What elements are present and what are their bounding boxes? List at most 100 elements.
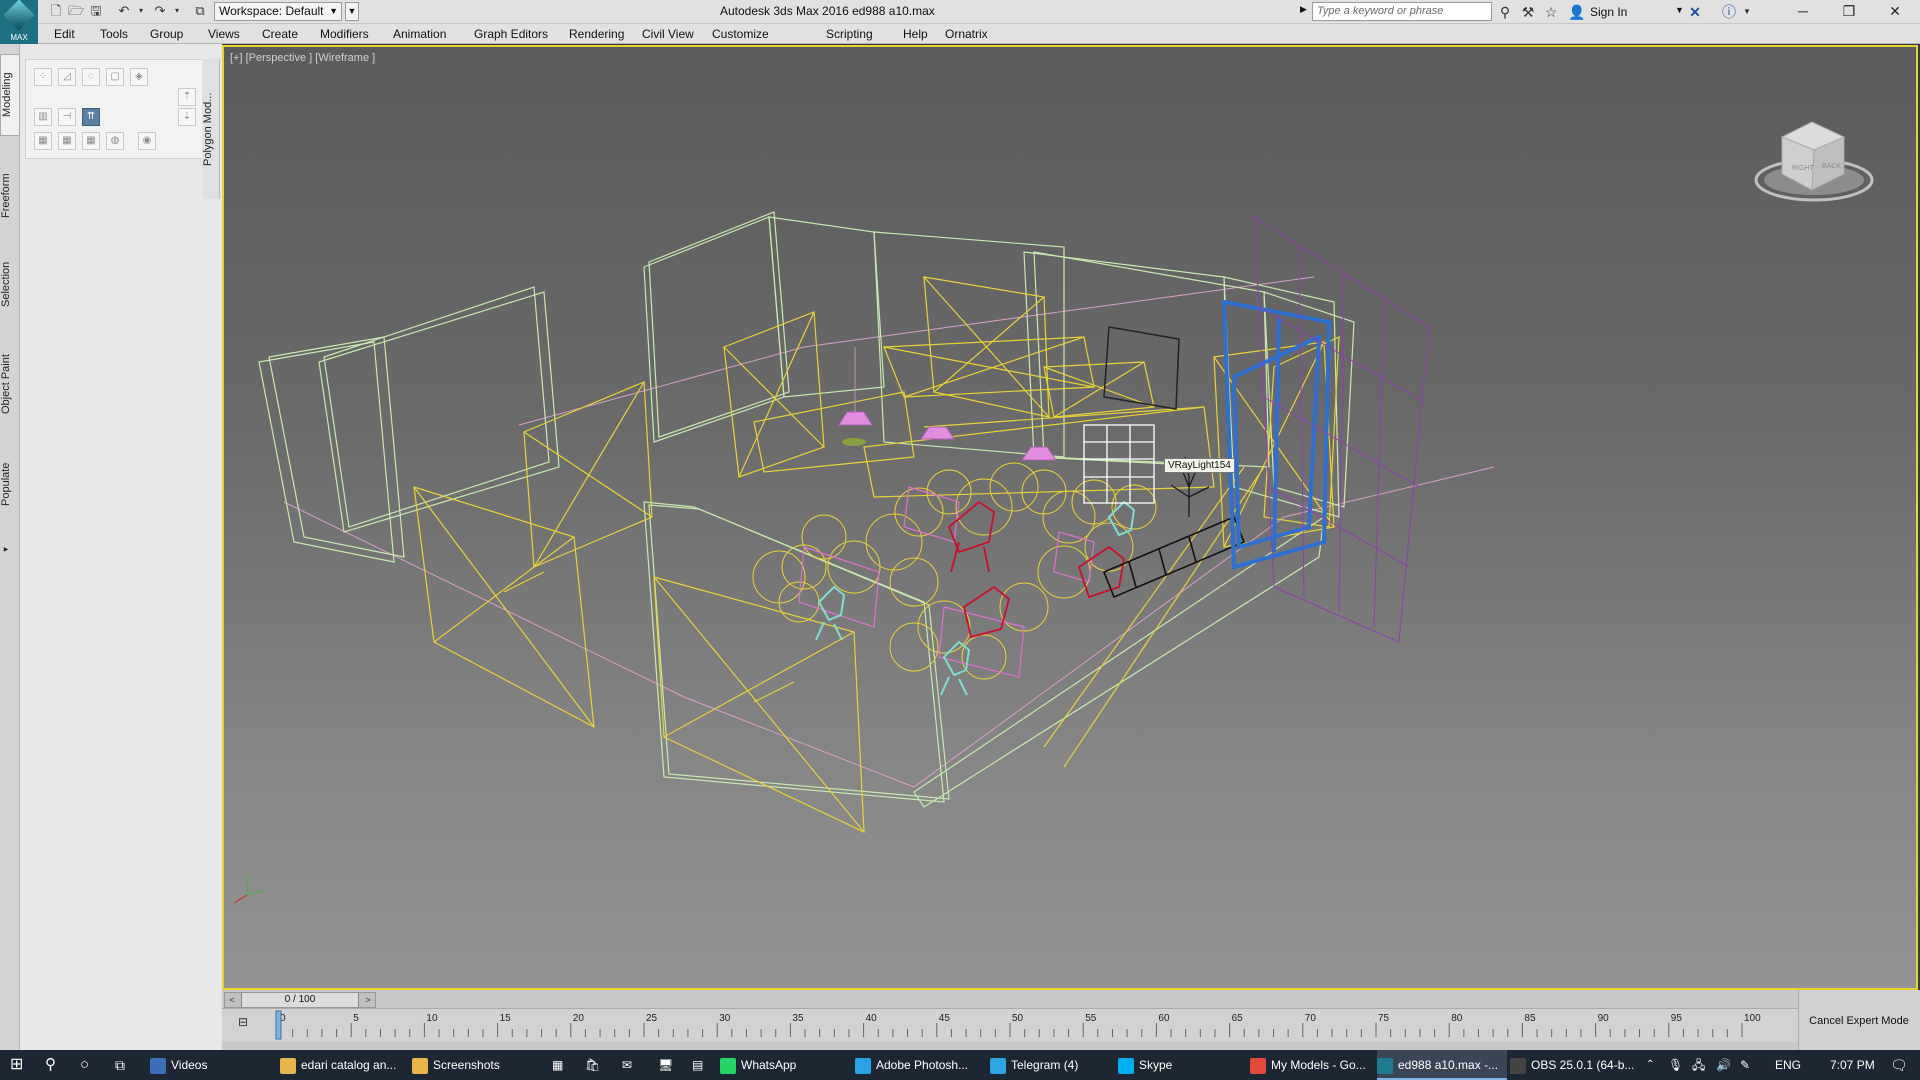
minimize-button[interactable]: ─ bbox=[1780, 0, 1826, 24]
taskbar-app[interactable]: OBS 25.0.1 (64-b... bbox=[1510, 1050, 1638, 1080]
task-view-icon[interactable]: ⧉ bbox=[115, 1050, 125, 1080]
viewcube-face-back[interactable]: BACK bbox=[1822, 163, 1841, 170]
modify-mode-icon[interactable]: ▥ bbox=[34, 108, 52, 126]
sign-in-button[interactable]: Sign In bbox=[1590, 5, 1627, 19]
next-frame-icon[interactable]: > bbox=[361, 993, 375, 1007]
exchange-apps-icon[interactable]: ✕ bbox=[1686, 3, 1704, 21]
polygon-icon[interactable]: ▢ bbox=[106, 68, 124, 86]
help-icon[interactable]: ⓘ bbox=[1720, 3, 1738, 21]
preview-subobject-icon[interactable]: ▦ bbox=[58, 132, 76, 150]
edge-icon[interactable]: ◿ bbox=[58, 68, 76, 86]
current-frame-marker[interactable] bbox=[275, 1010, 282, 1040]
taskbar-app[interactable]: Skype bbox=[1118, 1050, 1243, 1080]
project-folder-icon[interactable]: ⧉ bbox=[192, 3, 208, 19]
track-tick-label: 40 bbox=[866, 1013, 878, 1024]
help-dropdown-icon[interactable]: ▼ bbox=[1738, 3, 1756, 21]
network-icon[interactable]: 🖧 bbox=[1692, 1050, 1705, 1080]
taskbar-app[interactable]: ed988 a10.max -... bbox=[1377, 1050, 1507, 1080]
stack-up-icon[interactable]: ⇡ bbox=[178, 88, 196, 106]
tab-freeform[interactable]: Freeform bbox=[0, 156, 20, 236]
tab-populate[interactable]: Populate bbox=[0, 434, 20, 534]
clock-time[interactable]: 7:07 PM bbox=[1830, 1050, 1875, 1080]
floor-outline bbox=[283, 276, 1495, 788]
windows-start-icon[interactable]: ⊞ bbox=[10, 1050, 23, 1080]
border-icon[interactable]: ◌ bbox=[82, 68, 100, 86]
quick-access-customize-button[interactable]: ▼ bbox=[345, 2, 359, 21]
taskbar-app[interactable]: Screenshots bbox=[412, 1050, 532, 1080]
search-expand-icon[interactable]: ▶ bbox=[1300, 4, 1307, 15]
viewcube[interactable]: RIGHT BACK bbox=[1752, 102, 1882, 212]
menu-scripting[interactable]: Scripting bbox=[826, 27, 873, 41]
open-file-icon[interactable]: 🗁 bbox=[68, 3, 84, 19]
tab-object-paint[interactable]: Object Paint bbox=[0, 334, 20, 434]
search-input[interactable]: Type a keyword or phrase bbox=[1312, 2, 1492, 21]
track-bar[interactable]: ⊟ 0 5 10 15 20 25 30 35 40 45 50 55 60 65 70 75 80 85 90 95… bbox=[222, 1008, 1798, 1042]
menu-civil-view[interactable]: Civil View bbox=[642, 27, 694, 41]
taskbar-app[interactable]: My Models - Go... bbox=[1250, 1050, 1375, 1080]
menu-group[interactable]: Group bbox=[150, 27, 183, 41]
new-file-icon[interactable]: 🗋 bbox=[48, 3, 64, 19]
show-end-result-icon[interactable]: ⇈ bbox=[82, 108, 100, 126]
menu-help[interactable]: Help bbox=[903, 27, 928, 41]
menu-tools[interactable]: Tools bbox=[100, 27, 128, 41]
time-slider-thumb[interactable]: 0 / 100 bbox=[241, 993, 359, 1007]
redo-icon[interactable]: ↷ bbox=[152, 3, 168, 19]
taskbar-app[interactable]: Videos bbox=[150, 1050, 270, 1080]
store-icon[interactable]: 🛍 bbox=[585, 1050, 600, 1080]
input-language[interactable]: ENG bbox=[1775, 1050, 1801, 1080]
cortana-icon[interactable]: ○ bbox=[80, 1050, 89, 1080]
volume-icon[interactable]: 🔊 bbox=[1716, 1050, 1731, 1080]
chevron-down-icon[interactable]: ▼ bbox=[1675, 5, 1684, 15]
taskbar-app[interactable]: Adobe Photosh... bbox=[855, 1050, 985, 1080]
taskbar-app[interactable]: edari catalog an... bbox=[280, 1050, 405, 1080]
application-menu-button[interactable]: MAX bbox=[0, 0, 38, 44]
cancel-expert-mode-button[interactable]: Cancel Expert Mode bbox=[1800, 1010, 1918, 1032]
desktop-icon[interactable]: 🖥 bbox=[658, 1050, 673, 1080]
tray-chevron-icon[interactable]: ⌃ bbox=[1646, 1050, 1654, 1080]
vertex-icon[interactable]: ⁘ bbox=[34, 68, 52, 86]
preview-off-icon[interactable]: ▦ bbox=[34, 132, 52, 150]
menu-ornatrix[interactable]: Ornatrix bbox=[945, 27, 988, 41]
workspace-dropdown[interactable]: Workspace: Default ▼ bbox=[214, 2, 342, 21]
viewcube-face-right[interactable]: RIGHT bbox=[1792, 165, 1815, 172]
action-center-icon[interactable]: 🗨 bbox=[1890, 1050, 1908, 1080]
restore-button[interactable]: ❐ bbox=[1826, 0, 1872, 24]
save-file-icon[interactable]: 🖫 bbox=[88, 3, 104, 19]
redo-dropdown-icon[interactable]: ▾ bbox=[169, 3, 185, 19]
tab-modeling[interactable]: Modeling bbox=[0, 54, 20, 136]
collapse-stack-icon[interactable]: ◉ bbox=[138, 132, 156, 150]
preview-multi-icon[interactable]: ▦ bbox=[82, 132, 100, 150]
pin-stack-icon[interactable]: ⊣ bbox=[58, 108, 76, 126]
menu-modifiers[interactable]: Modifiers bbox=[320, 27, 369, 41]
tab-selection[interactable]: Selection bbox=[0, 244, 20, 324]
menu-edit[interactable]: Edit bbox=[54, 27, 75, 41]
undo-icon[interactable]: ↶ bbox=[116, 3, 132, 19]
search-icon[interactable]: ⚲ bbox=[45, 1050, 56, 1080]
undo-dropdown-icon[interactable]: ▾ bbox=[133, 3, 149, 19]
binoculars-icon[interactable]: ⚲ bbox=[1496, 3, 1514, 21]
menu-customize[interactable]: Customize bbox=[712, 27, 769, 41]
stack-down-icon[interactable]: ⇣ bbox=[178, 108, 196, 126]
device-icon[interactable]: ▤ bbox=[692, 1050, 703, 1080]
use-soft-selection-icon[interactable]: ◍ bbox=[106, 132, 124, 150]
polygon-modeling-panel-tab[interactable]: Polygon Mod... bbox=[202, 59, 220, 199]
subscription-center-icon[interactable]: ⚒ bbox=[1519, 3, 1537, 21]
menu-animation[interactable]: Animation bbox=[393, 27, 446, 41]
ribbon-toggle-icon[interactable]: ◂ bbox=[0, 534, 20, 564]
microphone-icon[interactable]: 🎙 bbox=[1668, 1050, 1683, 1080]
calculator-icon[interactable]: ▦ bbox=[552, 1050, 563, 1080]
mail-icon[interactable]: ✉ bbox=[622, 1050, 632, 1080]
favorites-star-icon[interactable]: ☆ bbox=[1542, 3, 1560, 21]
taskbar-app[interactable]: WhatsApp bbox=[720, 1050, 840, 1080]
menu-graph-editors[interactable]: Graph Editors bbox=[474, 27, 548, 41]
element-icon[interactable]: ◈ bbox=[130, 68, 148, 86]
time-slider[interactable]: < 0 / 100 > bbox=[224, 992, 376, 1008]
taskbar-app[interactable]: Telegram (4) bbox=[990, 1050, 1115, 1080]
menu-rendering[interactable]: Rendering bbox=[569, 27, 624, 41]
menu-views[interactable]: Views bbox=[208, 27, 240, 41]
menu-create[interactable]: Create bbox=[262, 27, 298, 41]
perspective-viewport[interactable]: [+] [Perspective ] [Wireframe ] VRayLigh… bbox=[222, 45, 1918, 990]
pen-icon[interactable]: ✎ bbox=[1740, 1050, 1750, 1080]
close-button[interactable]: ✕ bbox=[1872, 0, 1918, 24]
previous-frame-icon[interactable]: < bbox=[225, 993, 239, 1007]
